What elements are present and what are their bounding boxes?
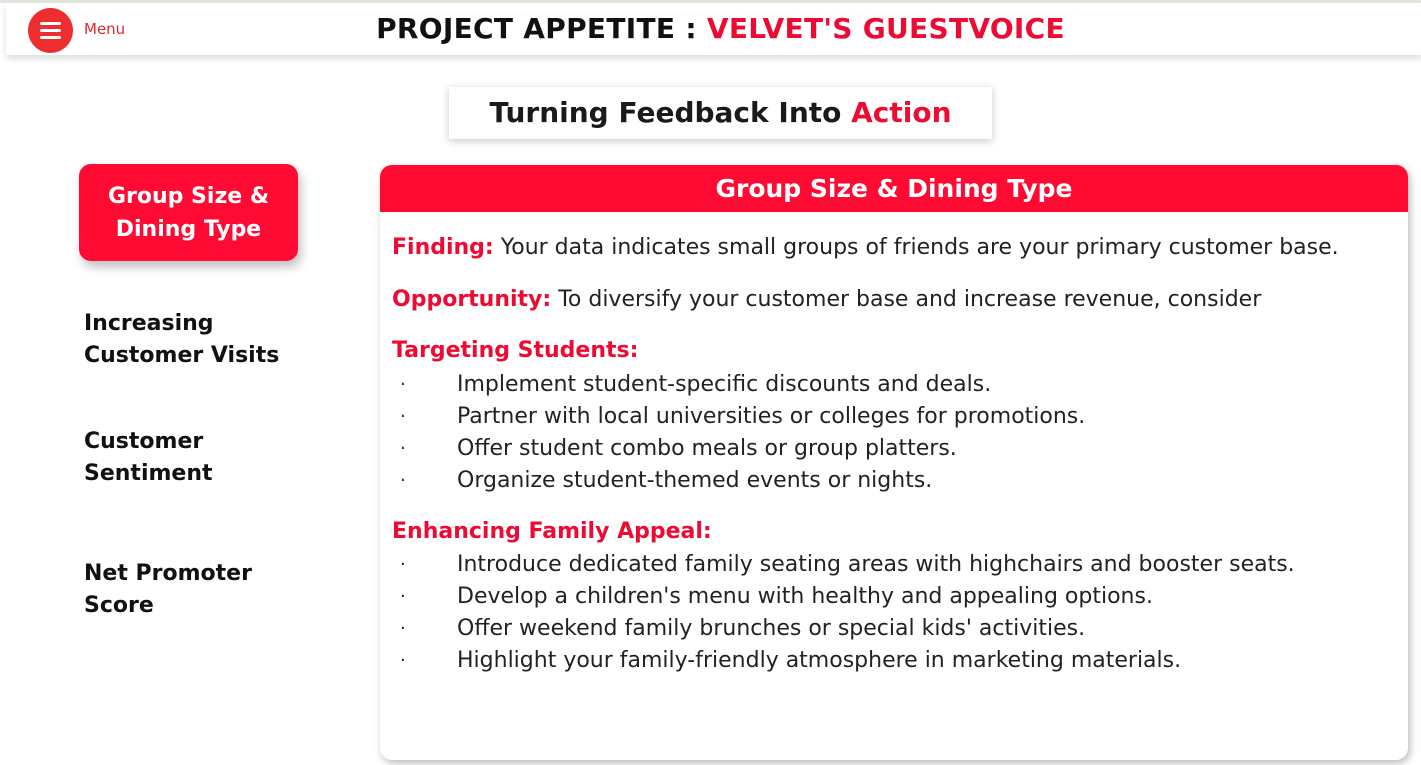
content-panel: Group Size & Dining Type Finding: Your d… xyxy=(380,165,1408,760)
nav-item-label-line1: Customer xyxy=(84,429,204,454)
nav-item-label: Group Size & Dining Type xyxy=(107,183,270,242)
list-item: Offer weekend family brunches or special… xyxy=(392,613,1295,645)
finding-paragraph: Finding: Your data indicates small group… xyxy=(392,235,1339,260)
app-title-prefix: PROJECT APPETITE : xyxy=(376,12,707,45)
family-heading: Enhancing Family Appeal: xyxy=(392,519,712,544)
opportunity-paragraph: Opportunity: To diversify your customer … xyxy=(392,287,1261,312)
subtitle-accent: Action xyxy=(851,96,952,129)
app-title-accent: VELVET'S GUESTVOICE xyxy=(706,12,1065,45)
nav-item-increasing-customer-visits[interactable]: Increasing Customer Visits xyxy=(84,308,304,372)
nav-item-label-line2: Score xyxy=(84,593,154,618)
nav-item-customer-sentiment[interactable]: Customer Sentiment xyxy=(84,426,304,490)
list-item: Develop a children's menu with healthy a… xyxy=(392,581,1295,613)
page-subtitle: Turning Feedback Into Action xyxy=(449,87,992,139)
list-item: Highlight your family-friendly atmospher… xyxy=(392,645,1295,677)
nav-item-net-promoter-score[interactable]: Net Promoter Score xyxy=(84,558,304,622)
app-title: PROJECT APPETITE : VELVET'S GUESTVOICE xyxy=(6,12,1421,45)
nav-item-label-line1: Increasing xyxy=(84,311,214,336)
nav-item-label-line1: Net Promoter xyxy=(84,561,252,586)
list-item: Introduce dedicated family seating areas… xyxy=(392,549,1295,581)
family-list: Introduce dedicated family seating areas… xyxy=(392,549,1295,677)
opportunity-text: To diversify your customer base and incr… xyxy=(551,287,1262,312)
nav-item-label-line2: Customer Visits xyxy=(84,343,280,368)
students-heading: Targeting Students: xyxy=(392,338,639,363)
nav-item-label-line2: Sentiment xyxy=(84,461,213,486)
finding-text: Your data indicates small groups of frie… xyxy=(493,235,1339,260)
top-header: Menu PROJECT APPETITE : VELVET'S GUESTVO… xyxy=(6,3,1421,55)
nav-item-group-size-dining-type[interactable]: Group Size & Dining Type xyxy=(79,164,298,261)
panel-title: Group Size & Dining Type xyxy=(380,165,1408,212)
finding-label: Finding: xyxy=(392,235,494,260)
subtitle-text: Turning Feedback Into xyxy=(489,96,852,129)
list-item: Offer student combo meals or group platt… xyxy=(392,433,1085,465)
list-item: Partner with local universities or colle… xyxy=(392,401,1085,433)
opportunity-label: Opportunity: xyxy=(392,287,552,312)
list-item: Implement student-specific discounts and… xyxy=(392,369,1085,401)
students-list: Implement student-specific discounts and… xyxy=(392,369,1085,497)
list-item: Organize student-themed events or nights… xyxy=(392,465,1085,497)
